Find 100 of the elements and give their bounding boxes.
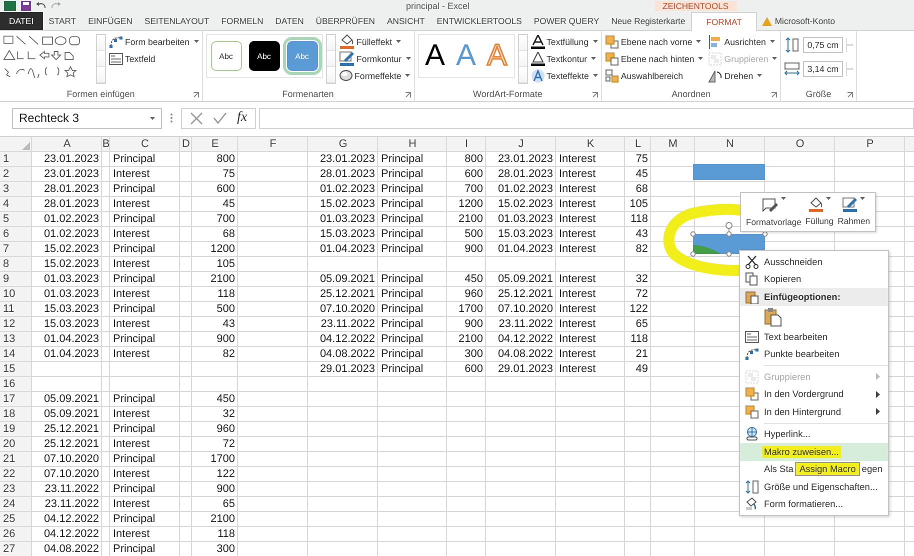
ribbon-command[interactable]: Formeffekte xyxy=(338,68,411,83)
menu-item[interactable]: In den Vordergrund xyxy=(740,386,888,403)
ribbon-tab[interactable]: FORMAT xyxy=(691,12,757,31)
menu-item[interactable]: Kopieren xyxy=(740,270,888,288)
row-header[interactable]: 22 xyxy=(0,467,32,482)
column-header[interactable]: M xyxy=(651,137,695,152)
dialog-launcher-icon[interactable] xyxy=(771,92,778,98)
ribbon-tab[interactable]: DATEI xyxy=(0,12,43,30)
ribbon-tab[interactable]: EINFÜGEN xyxy=(82,12,138,30)
check-icon[interactable] xyxy=(213,112,227,124)
menu-item[interactable]: Form formatieren... xyxy=(740,496,888,513)
redo-icon[interactable] xyxy=(51,1,61,11)
menu-item-label[interactable]: egen xyxy=(862,464,882,474)
ribbon-tab[interactable]: START xyxy=(42,12,82,30)
ribbon-tab[interactable]: ENTWICKLERTOOLS xyxy=(430,12,528,30)
menu-item[interactable]: Größe und Eigenschaften... xyxy=(740,478,888,496)
formula-input[interactable] xyxy=(259,108,914,128)
menu-item[interactable]: Makro zuweisen... xyxy=(740,443,888,460)
column-header[interactable]: H xyxy=(378,137,447,152)
mini-toolbar-button[interactable]: Füllung xyxy=(805,197,834,227)
menu-item[interactable]: Text bearbeiten xyxy=(740,328,888,346)
column-header[interactable]: P xyxy=(835,137,905,152)
rectangle-shape[interactable] xyxy=(693,164,765,180)
row-header[interactable]: 5 xyxy=(0,212,32,227)
ribbon-tab[interactable]: ÜBERPRÜFEN xyxy=(310,12,382,30)
account-button[interactable]: Microsoft-Konto xyxy=(756,12,836,30)
column-header[interactable]: C xyxy=(110,137,180,152)
cancel-icon[interactable] xyxy=(190,112,203,124)
row-header[interactable]: 6 xyxy=(0,227,32,242)
ribbon-command[interactable]: Fülleffekt xyxy=(338,34,411,49)
column-header[interactable]: F xyxy=(238,137,308,152)
row-header[interactable]: 23 xyxy=(0,482,32,497)
menu-item[interactable]: Punkte bearbeiten xyxy=(740,346,888,363)
row-header[interactable]: 21 xyxy=(0,452,32,467)
row-header[interactable]: 4 xyxy=(0,197,32,212)
row-header[interactable]: 11 xyxy=(0,302,32,317)
row-header[interactable]: 14 xyxy=(0,347,32,362)
name-box[interactable]: Rechteck 3 xyxy=(12,108,162,128)
row-header[interactable]: 20 xyxy=(0,437,32,452)
row-header[interactable]: 9 xyxy=(0,272,32,287)
row-header[interactable]: 13 xyxy=(0,332,32,347)
column-header[interactable]: J xyxy=(486,137,556,152)
column-header[interactable]: E xyxy=(192,137,238,152)
row-header[interactable]: 15 xyxy=(0,362,32,377)
ribbon-command[interactable]: Ausrichten xyxy=(708,34,778,49)
menu-item[interactable]: Hyperlink... xyxy=(740,426,888,443)
dialog-launcher-icon[interactable] xyxy=(404,92,411,98)
menu-item-label[interactable]: Als Sta xyxy=(764,464,794,474)
shape-style-swatch[interactable]: Abc xyxy=(248,41,280,71)
column-header[interactable]: K xyxy=(556,137,625,152)
paste-option-icon[interactable] xyxy=(764,307,782,327)
row-header[interactable]: 3 xyxy=(0,182,32,197)
column-header[interactable]: A xyxy=(32,137,102,152)
row-header[interactable]: 10 xyxy=(0,287,32,302)
ribbon-command[interactable]: Textfeld xyxy=(109,51,199,66)
save-icon[interactable] xyxy=(21,1,31,11)
ribbon-command[interactable]: Ebene nach vorne xyxy=(604,34,704,49)
column-header[interactable]: G xyxy=(308,137,378,152)
mini-toolbar-button[interactable]: Rahmen xyxy=(838,197,870,227)
row-header[interactable]: 24 xyxy=(0,497,32,512)
ribbon-command[interactable]: Form bearbeiten xyxy=(109,34,199,49)
row-header[interactable]: 25 xyxy=(0,512,32,527)
wordart-style[interactable]: A xyxy=(422,37,448,75)
column-header[interactable]: N xyxy=(695,137,765,152)
ribbon-command[interactable]: Textkontur xyxy=(530,51,598,66)
row-header[interactable]: 27 xyxy=(0,542,32,556)
column-header[interactable]: O xyxy=(765,137,835,152)
size-input[interactable]: 0,75 cm xyxy=(803,37,843,53)
column-header[interactable]: L xyxy=(625,137,651,152)
ribbon-command[interactable]: Auswahlbereich xyxy=(604,68,704,83)
column-header[interactable]: B xyxy=(102,137,110,152)
insert-function-button[interactable]: fx xyxy=(237,110,248,126)
ribbon-tab[interactable]: DATEN xyxy=(269,12,310,30)
ribbon-tab[interactable]: FORMELN xyxy=(215,12,270,30)
ribbon-tab[interactable]: POWER QUERY xyxy=(528,12,606,30)
menu-item[interactable]: In den Hintergrund xyxy=(740,403,888,420)
dialog-launcher-icon[interactable] xyxy=(192,92,199,98)
column-header[interactable]: D xyxy=(180,137,192,152)
dialog-launcher-icon[interactable] xyxy=(846,92,853,98)
column-header[interactable]: I xyxy=(447,137,486,152)
excel-logo-icon[interactable] xyxy=(4,1,16,11)
undo-icon[interactable] xyxy=(36,1,46,11)
mini-toolbar-button[interactable]: Formatvorlage xyxy=(746,197,802,227)
row-header[interactable]: 16 xyxy=(0,377,32,392)
dialog-launcher-icon[interactable] xyxy=(592,92,598,98)
ribbon-command[interactable]: Textfüllung xyxy=(530,34,598,49)
row-header[interactable]: 26 xyxy=(0,527,32,542)
row-header[interactable]: 12 xyxy=(0,317,32,332)
row-header[interactable]: 18 xyxy=(0,407,32,422)
ribbon-command[interactable]: Ebene nach hinten xyxy=(604,51,704,66)
ribbon-tab[interactable]: Neue Registerkarte xyxy=(605,12,692,30)
row-header[interactable]: 19 xyxy=(0,422,32,437)
ribbon-command[interactable]: Texteffekte xyxy=(530,68,598,83)
row-header[interactable]: 2 xyxy=(0,167,32,182)
row-header[interactable]: 1 xyxy=(0,152,32,167)
shape-style-swatch[interactable]: Abc xyxy=(210,41,242,71)
ribbon-command[interactable]: Formkontur xyxy=(338,51,411,66)
row-header[interactable]: 7 xyxy=(0,242,32,257)
size-input[interactable]: 3,14 cm xyxy=(803,61,843,77)
ribbon-command[interactable]: Drehen xyxy=(708,68,778,83)
